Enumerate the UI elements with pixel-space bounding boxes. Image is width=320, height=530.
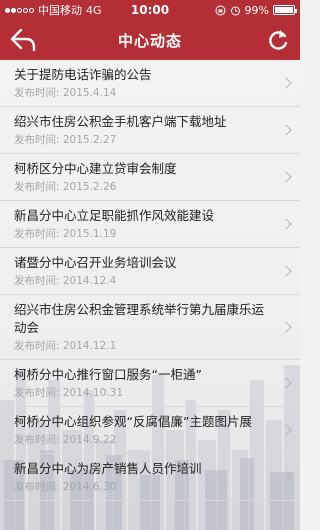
news-item[interactable]: 绍兴市住房公积金管理系统举行第九届康乐运动会 发布时间: 2014.12.1 [0,295,300,360]
battery-icon [273,5,297,15]
news-item-title: 新昌分中心为房产销售人员作培训 [14,461,202,476]
news-item-title: 关于提防电话诈骗的公告 [14,67,152,82]
news-list[interactable]: 关于提防电话诈骗的公告 发布时间: 2015.4.14 绍兴市住房公积金手机客户… [0,60,300,530]
news-item[interactable]: 柯桥区分中心建立贷审会制度 发布时间: 2015.2.26 [0,154,300,201]
status-right: 99% [185,3,297,17]
chevron-right-icon [280,424,292,436]
news-item-title: 诸暨分中心召开业务培训会议 [14,255,177,270]
news-item-title: 绍兴市住房公积金管理系统举行第九届康乐运动会 [14,302,265,335]
chevron-right-icon [280,171,292,183]
refresh-icon[interactable] [266,27,290,53]
chevron-right-icon [280,471,292,483]
chevron-right-icon [280,377,292,389]
battery-percent: 99% [244,3,269,17]
news-item[interactable]: 绍兴市住房公积金手机客户端下载地址 发布时间: 2015.2.27 [0,107,300,154]
alarm-icon [230,6,240,15]
news-item-date: 发布时间: 2014.6.30 [14,481,117,493]
news-item-date: 发布时间: 2014.12.4 [14,275,117,287]
list-items: 关于提防电话诈骗的公告 发布时间: 2015.4.14 绍兴市住房公积金手机客户… [0,60,300,501]
news-item-title: 柯桥区分中心建立贷审会制度 [14,161,177,176]
page-title: 中心动态 [117,31,182,50]
news-item[interactable]: 诸暨分中心召开业务培训会议 发布时间: 2014.12.4 [0,248,300,295]
news-item-title: 柯桥分中心组织参观“反腐倡廉”主题图片展 [14,414,252,429]
status-left: 中国移动 4G [5,2,115,18]
back-arrow-icon[interactable] [8,26,38,54]
news-item[interactable]: 新昌分中心为房产销售人员作培训 发布时间: 2014.6.30 [0,454,300,501]
battery-fill [275,7,293,13]
news-item-title: 柯桥分中心推行窗口服务“一柜通” [14,367,202,382]
news-item-date: 发布时间: 2015.2.27 [14,134,117,146]
news-item-date: 发布时间: 2014.9.22 [14,434,117,446]
news-item[interactable]: 柯桥分中心推行窗口服务“一柜通” 发布时间: 2014.10.31 [0,360,300,407]
chevron-right-icon [280,321,292,333]
news-item-date: 发布时间: 2015.1.19 [14,228,117,240]
news-item-title: 新昌分中心立足职能抓作风效能建设 [14,208,215,223]
chevron-right-icon [280,218,292,230]
news-item-date: 发布时间: 2014.12.1 [14,340,117,352]
status-bar: 中国移动 4G 10:00 99% [0,0,300,20]
news-item-title: 绍兴市住房公积金手机客户端下载地址 [14,114,227,129]
nav-bar: 中心动态 [0,20,300,60]
chevron-right-icon [280,265,292,277]
status-time: 10:00 [130,3,170,17]
carrier-name: 中国移动 [38,4,82,17]
news-item-date: 发布时间: 2015.2.26 [14,181,117,193]
news-item[interactable]: 柯桥分中心组织参观“反腐倡廉”主题图片展 发布时间: 2014.9.22 [0,407,300,454]
network-type: 4G [86,3,102,17]
news-item-date: 发布时间: 2015.4.14 [14,87,117,99]
news-item-date: 发布时间: 2014.10.31 [14,387,123,399]
news-item[interactable]: 新昌分中心立足职能抓作风效能建设 发布时间: 2015.1.19 [0,201,300,248]
signal-strength-icon [5,7,34,13]
chevron-right-icon [280,77,292,89]
news-item[interactable]: 关于提防电话诈骗的公告 发布时间: 2015.4.14 [0,60,300,107]
rotation-lock-icon [215,5,226,15]
chevron-right-icon [280,124,292,136]
